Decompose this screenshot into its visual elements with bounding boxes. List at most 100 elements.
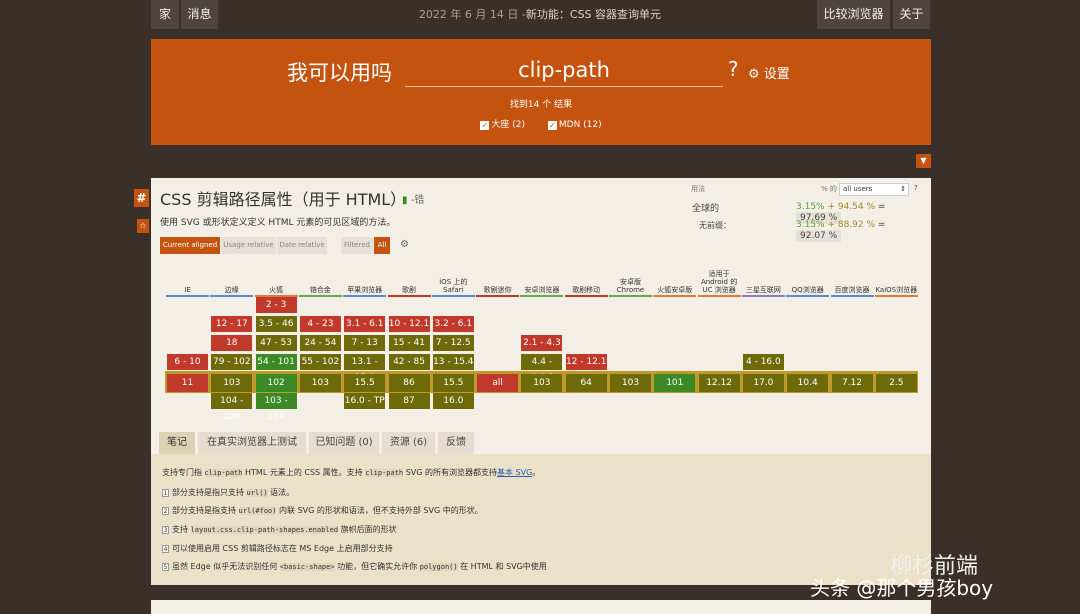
note-4: 4 可以使用启用 CSS 剪辑路径标志在 MS Edge 上启用部分支持 xyxy=(162,544,393,553)
notes-panel: 支持专门指 clip-path HTML 元素上的 CSS 属性。支持 clip… xyxy=(151,454,931,585)
support-cell[interactable]: 3.5 - 46 xyxy=(255,316,297,332)
support-cell[interactable]: 24 - 54 xyxy=(299,335,341,351)
settings-button[interactable]: ⚙ 设置 xyxy=(748,63,790,82)
support-cell[interactable]: 7 - 12.5 xyxy=(432,335,474,351)
support-cell[interactable]: 11 xyxy=(167,374,208,392)
support-cell[interactable]: 103 xyxy=(521,374,563,392)
search-input[interactable]: clip-path xyxy=(405,55,723,87)
about-link[interactable]: 关于 xyxy=(893,0,930,29)
tab-notes[interactable]: 笔记 xyxy=(159,432,195,454)
support-cell[interactable]: 10.4 xyxy=(787,374,829,392)
search-help-button[interactable]: ? xyxy=(728,57,739,81)
browser-header: 铬合金 xyxy=(309,286,331,294)
support-cell[interactable]: 13 - 15.4 xyxy=(432,354,474,370)
basic-svg-link[interactable]: 基本 SVG xyxy=(497,468,532,477)
tab-test[interactable]: 在真实浏览器上测试 xyxy=(198,432,306,454)
support-cell[interactable]: 102 xyxy=(255,374,297,392)
note-5: 5 虽然 Edge 似乎无法识别任何 <basic-shape> 功能，但它确实允… xyxy=(162,562,547,571)
browser-header: 火狐安卓版 xyxy=(657,286,693,294)
support-cell[interactable]: 103 xyxy=(211,374,253,392)
support-cell[interactable]: 4 - 23 xyxy=(299,316,341,332)
filter-checkbox-caniuse[interactable]: ✓ 大座 (2) xyxy=(480,120,525,130)
gear-icon[interactable]: ⚙ xyxy=(400,239,409,250)
support-cell[interactable]: 13.1 - 15.4 xyxy=(344,354,386,383)
document-icon: ▮ xyxy=(402,195,408,206)
support-cell[interactable]: 15.5 xyxy=(344,374,386,392)
tab-known-issues[interactable]: 已知问题 (0) xyxy=(309,432,379,454)
support-cell[interactable]: 10 - 12.1 xyxy=(388,316,430,332)
browser-color-bar xyxy=(476,295,520,297)
support-cell[interactable]: 7.12 xyxy=(831,374,873,392)
support-cell[interactable]: 103 - 104 xyxy=(255,393,297,422)
view-usage-relative[interactable]: Usage relative xyxy=(221,237,276,254)
support-cell[interactable]: 15 - 41 xyxy=(388,335,430,351)
filter-all[interactable]: All xyxy=(374,237,390,254)
support-cell[interactable]: 16.0 - TP xyxy=(344,393,386,409)
news-date: 2022 年 6 月 14 日 - xyxy=(418,8,526,21)
support-cell[interactable]: 104 - 106 xyxy=(211,393,253,422)
watermark: 柳杉前端 头条 @那个男孩boy xyxy=(810,540,1070,600)
note-1: 1 部分支持是指只支持 url() 语法。 xyxy=(162,488,295,497)
filter-funnel-icon[interactable]: ▼ xyxy=(916,154,931,168)
compare-browsers-link[interactable]: 比较浏览器 xyxy=(817,0,890,29)
support-cell[interactable]: 12 - 17 xyxy=(211,316,253,332)
global-label: 全球的 xyxy=(692,204,720,214)
support-cell[interactable]: 64 xyxy=(565,374,607,392)
news-feature[interactable]: 新功能：CSS 容器查询单元 xyxy=(526,8,661,21)
support-cell[interactable]: 103 xyxy=(610,374,651,392)
support-cell[interactable]: 2.5 xyxy=(875,374,917,392)
browser-header: 百度浏览器 xyxy=(834,286,870,294)
support-cell[interactable]: 2.1 - 4.3 xyxy=(521,335,563,351)
support-cell[interactable]: 12 - 12.1 xyxy=(565,354,607,370)
support-cell[interactable]: 47 - 53 xyxy=(255,335,297,351)
browser-color-bar xyxy=(653,295,697,297)
support-cell[interactable]: 54 - 101 xyxy=(255,354,297,370)
browser-color-bar xyxy=(564,295,608,297)
support-cell[interactable]: 4 - 16.0 xyxy=(742,354,784,370)
support-cell[interactable]: 3.2 - 6.1 xyxy=(432,316,474,332)
browser-header: 苹果浏览器 xyxy=(347,286,383,294)
support-cell[interactable]: all xyxy=(477,374,519,392)
support-cell[interactable]: 86 xyxy=(388,374,430,392)
browser-header: iOS 上的 Safari xyxy=(439,278,468,294)
tab-feedback[interactable]: 反馈 xyxy=(438,432,474,454)
support-cell[interactable]: 79 - 102 xyxy=(211,354,253,370)
support-cell[interactable]: 101 xyxy=(654,374,696,392)
select-arrows-icon: ⇕ xyxy=(900,185,906,193)
view-current-aligned[interactable]: Current aligned xyxy=(160,237,220,254)
feature-description: 使用 SVG 或形状定义定义 HTML 元素的可见区域的方法。 xyxy=(160,218,396,228)
users-select[interactable]: all users ⇕ xyxy=(839,183,909,196)
support-cell[interactable]: 6 - 10 xyxy=(167,354,208,370)
support-cell[interactable]: 15.5 xyxy=(432,374,474,392)
browser-header: IE xyxy=(184,286,191,294)
browser-color-bar xyxy=(786,295,830,297)
browser-header: 三星互联网 xyxy=(745,286,781,294)
spec-status[interactable]: ▮ -锆 xyxy=(402,191,424,206)
news-ticker[interactable]: 2022 年 6 月 14 日 -新功能：CSS 容器查询单元 xyxy=(300,0,780,30)
view-date-relative[interactable]: Date relative xyxy=(277,237,327,254)
browser-color-bar xyxy=(609,295,652,297)
support-cell[interactable]: 18 xyxy=(211,335,253,351)
support-cell[interactable]: 17.0 xyxy=(742,374,784,392)
top-bar: 家 消息 2022 年 6 月 14 日 -新功能：CSS 容器查询单元 比较浏… xyxy=(0,0,1080,30)
support-cell[interactable]: 42 - 85 xyxy=(388,354,430,370)
browser-color-bar xyxy=(431,295,475,297)
usage-help-button[interactable]: ? xyxy=(914,184,918,192)
support-cell[interactable]: 7 - 13 xyxy=(344,335,386,351)
tab-resources[interactable]: 资源 (6) xyxy=(382,432,435,454)
support-cell[interactable]: 55 - 102 xyxy=(299,354,341,370)
filter-filtered[interactable]: Filtered xyxy=(341,237,373,254)
news-link[interactable]: 消息 xyxy=(181,0,218,29)
support-cell[interactable]: 3.1 - 6.1 xyxy=(344,316,386,332)
support-cell[interactable]: 103 xyxy=(299,374,341,392)
support-cell[interactable]: 4.4 - 4.4.4 xyxy=(521,354,563,383)
permalink-hash-icon[interactable]: # xyxy=(134,189,149,207)
home-link[interactable]: 家 xyxy=(151,0,179,29)
support-cell[interactable]: 16.0 xyxy=(432,393,474,409)
support-cell[interactable]: 87 xyxy=(388,393,430,409)
support-cell[interactable]: 12.12 xyxy=(698,374,740,392)
star-icon[interactable]: ☆ xyxy=(137,219,149,233)
filter-checkbox-mdn[interactable]: ✓ MDN (12) xyxy=(547,120,602,130)
browser-color-bar xyxy=(520,295,564,297)
support-cell[interactable]: 2 - 3 xyxy=(255,297,297,313)
